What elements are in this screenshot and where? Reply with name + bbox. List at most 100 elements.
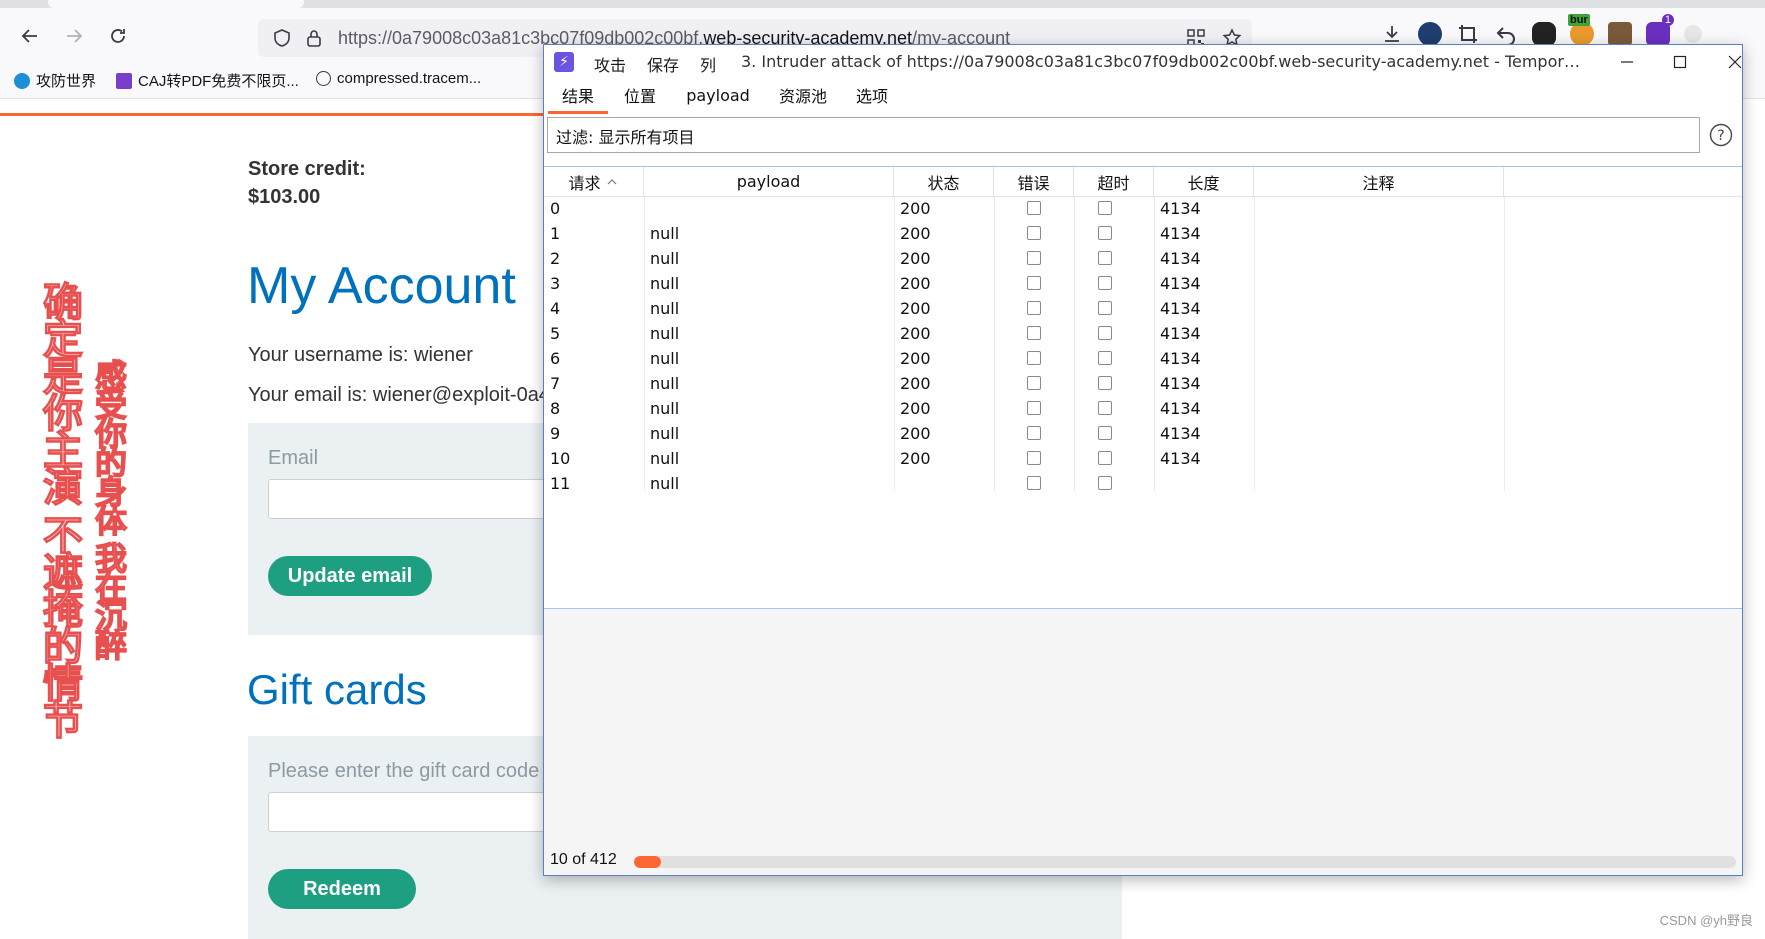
more-icon[interactable] [1684, 25, 1702, 43]
menu-columns[interactable]: 列 [700, 52, 716, 76]
table-row[interactable]: 9 null 200 4134 [544, 422, 1742, 447]
cell-payload: null [650, 449, 680, 468]
download-icon[interactable] [1380, 22, 1404, 46]
cell-status: 200 [900, 249, 931, 268]
cell-payload: null [650, 424, 680, 443]
table-row[interactable]: 7 null 200 4134 [544, 372, 1742, 397]
bookmark-item[interactable]: CAJ转PDF免费不限页... [116, 70, 299, 91]
table-row[interactable]: 11 null [544, 472, 1742, 497]
cell-status: 200 [900, 449, 931, 468]
col-header-label: 请求 [568, 173, 601, 193]
table-row[interactable]: 3 null 200 4134 [544, 272, 1742, 297]
forward-button[interactable] [60, 22, 88, 50]
bookmark-label: 攻防世界 [36, 73, 97, 90]
bookmark-item[interactable]: 攻防世界 [14, 70, 96, 91]
lock-icon[interactable] [304, 28, 324, 48]
cell-payload: null [650, 249, 680, 268]
bookmark-item[interactable]: compressed.tracem... [316, 70, 481, 87]
col-header-request[interactable]: 请求 [544, 167, 644, 197]
cell-request: 10 [550, 449, 571, 468]
cell-length: 4134 [1160, 399, 1201, 418]
cell-status: 200 [900, 424, 931, 443]
burp-extension-icon[interactable]: bur [1568, 14, 1594, 46]
help-icon[interactable]: ? [1709, 123, 1733, 147]
cell-length: 4134 [1160, 224, 1201, 243]
progress-bar [634, 856, 1736, 868]
cell-payload: null [650, 474, 680, 493]
reload-button[interactable] [104, 22, 132, 50]
close-button[interactable] [1715, 49, 1755, 75]
table-row[interactable]: 2 null 200 4134 [544, 247, 1742, 272]
minimize-button[interactable] [1607, 49, 1647, 75]
timeout-checkbox [1098, 351, 1112, 365]
table-row[interactable]: 6 null 200 4134 [544, 347, 1742, 372]
undo-icon[interactable] [1494, 22, 1518, 46]
menu-attack[interactable]: 攻击 [594, 52, 626, 76]
side-lyric-2: 感受你的身体 我在沉醉 [89, 358, 128, 658]
cell-length: 4134 [1160, 249, 1201, 268]
col-header-timeout[interactable]: 超时 [1074, 167, 1154, 197]
table-row[interactable]: 5 null 200 4134 [544, 322, 1742, 347]
col-header-status[interactable]: 状态 [894, 167, 994, 197]
results-table: 请求 payload 状态 错误 超时 长度 注释 0 200 4134 1 null 2… [544, 166, 1742, 606]
cell-request: 5 [550, 324, 561, 343]
avatar-icon[interactable] [1418, 22, 1442, 46]
cell-status: 200 [900, 274, 931, 293]
col-header-error[interactable]: 错误 [994, 167, 1074, 197]
cell-request: 9 [550, 424, 561, 443]
update-email-button[interactable]: Update email [268, 556, 432, 596]
progress-bar-fill [634, 856, 661, 868]
table-row[interactable]: 8 null 200 4134 [544, 397, 1742, 422]
sort-ascending-icon [607, 178, 616, 184]
ghost-icon[interactable] [1532, 22, 1556, 46]
table-row[interactable]: 0 200 4134 [544, 197, 1742, 222]
cell-length: 4134 [1160, 324, 1201, 343]
maximize-icon [1673, 55, 1687, 69]
maximize-button[interactable] [1660, 49, 1700, 75]
redeem-button[interactable]: Redeem [268, 869, 416, 909]
store-credit-label: Store credit: [248, 158, 366, 180]
menu-save[interactable]: 保存 [647, 52, 679, 76]
timeout-checkbox [1098, 476, 1112, 490]
progress-count: 10 of 412 [550, 851, 617, 868]
cell-status: 200 [900, 299, 931, 318]
status-bar: 10 of 412 [544, 846, 1742, 875]
cell-request: 11 [550, 474, 571, 493]
cell-length: 4134 [1160, 274, 1201, 293]
table-row[interactable]: 1 null 200 4134 [544, 222, 1742, 247]
user-photo-icon[interactable] [1608, 22, 1632, 46]
tab-resource-pool[interactable]: 资源池 [769, 79, 837, 111]
crop-icon[interactable] [1456, 22, 1480, 46]
cell-status: 200 [900, 349, 931, 368]
error-checkbox [1027, 276, 1041, 290]
filter-bar[interactable]: 过滤: 显示所有项目 [547, 117, 1700, 153]
active-tab[interactable] [48, 0, 304, 8]
error-checkbox [1027, 226, 1041, 240]
col-header-comment[interactable]: 注释 [1254, 167, 1504, 197]
reload-icon [111, 29, 125, 43]
side-lyric-1: 确定是你主演 不遮掩的情节 [35, 280, 82, 736]
col-header-length[interactable]: 长度 [1154, 167, 1254, 197]
cell-request: 4 [550, 299, 561, 318]
purple-extension-icon[interactable]: 1 [1646, 14, 1674, 46]
timeout-checkbox [1098, 201, 1112, 215]
table-row[interactable]: 10 null 200 4134 [544, 447, 1742, 472]
cell-status: 200 [900, 224, 931, 243]
cell-length: 4134 [1160, 374, 1201, 393]
cell-request: 1 [550, 224, 561, 243]
cell-request: 7 [550, 374, 561, 393]
filter-text: 过滤: 显示所有项目 [556, 128, 695, 147]
col-header-payload[interactable]: payload [644, 167, 894, 197]
tab-payloads[interactable]: payload [678, 79, 758, 111]
timeout-checkbox [1098, 426, 1112, 440]
timeout-checkbox [1098, 226, 1112, 240]
tab-positions[interactable]: 位置 [612, 79, 668, 111]
error-checkbox [1027, 301, 1041, 315]
tab-options[interactable]: 选项 [846, 79, 898, 111]
cell-payload: null [650, 299, 680, 318]
table-row[interactable]: 4 null 200 4134 [544, 297, 1742, 322]
tab-results[interactable]: 结果 [548, 79, 608, 114]
shield-icon[interactable] [272, 28, 292, 48]
back-button[interactable] [16, 22, 44, 50]
pdf-icon [116, 72, 132, 89]
